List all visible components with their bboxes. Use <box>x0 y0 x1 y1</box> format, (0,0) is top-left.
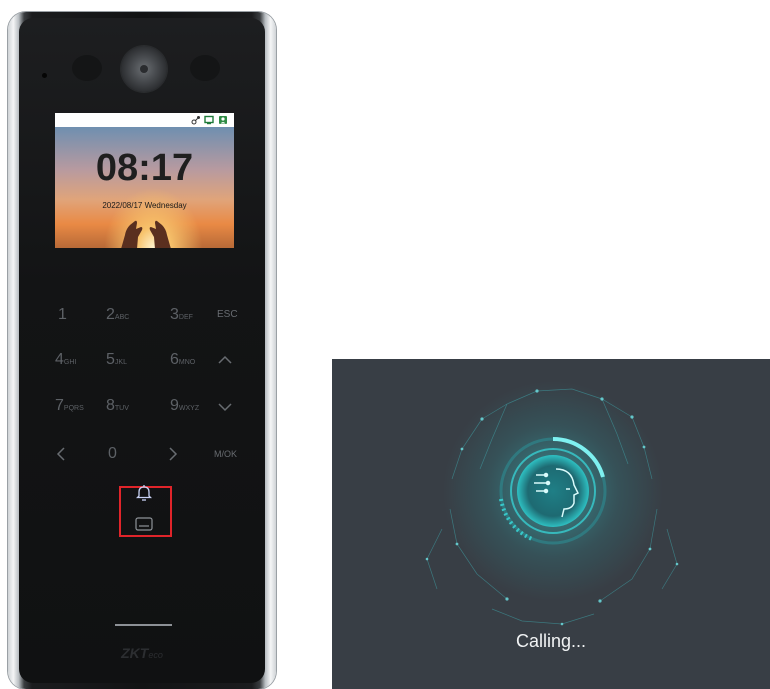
key-7[interactable]: 7PQRS <box>55 398 84 417</box>
status-bar <box>55 113 234 127</box>
key-1[interactable]: 1 <box>58 307 67 323</box>
light-sensor-right <box>190 55 220 81</box>
monitor-icon <box>204 115 214 125</box>
left-arrow-icon[interactable] <box>56 446 66 462</box>
user-icon <box>219 116 227 124</box>
microphone-dot <box>42 73 47 78</box>
key-esc[interactable]: ESC <box>217 309 238 320</box>
date-display: 2022/08/17 Wednesday <box>102 201 187 210</box>
right-arrow-icon[interactable] <box>168 446 178 462</box>
key-6[interactable]: 6MNO <box>170 352 195 371</box>
down-arrow-icon[interactable] <box>217 402 233 412</box>
key-9[interactable]: 9WXYZ <box>170 398 199 417</box>
key-8[interactable]: 8TUV <box>106 398 129 417</box>
light-sensor-left <box>72 55 102 81</box>
key-0[interactable]: 0 <box>108 446 117 462</box>
device-grip-line <box>115 624 172 626</box>
up-arrow-icon[interactable] <box>217 355 233 365</box>
camera-lens <box>121 46 167 92</box>
card-icon[interactable] <box>135 517 153 531</box>
key-2[interactable]: 2ABC <box>106 307 129 326</box>
calling-screen: Calling... <box>332 359 770 689</box>
key-4[interactable]: 4GHI <box>55 352 76 371</box>
key-3[interactable]: 3DEF <box>170 307 193 326</box>
network-icon <box>191 116 200 125</box>
bell-icon[interactable] <box>136 484 152 502</box>
hands-silhouette <box>121 220 171 248</box>
device-screen: 08:17 2022/08/17 Wednesday <box>55 113 234 248</box>
clock-display: 08:17 <box>95 147 194 189</box>
calling-status-text: Calling... <box>515 631 587 651</box>
brand-logo: ZKTeco <box>121 645 163 661</box>
key-menu-ok[interactable]: M/OK <box>214 449 237 459</box>
key-5[interactable]: 5JKL <box>106 352 127 371</box>
